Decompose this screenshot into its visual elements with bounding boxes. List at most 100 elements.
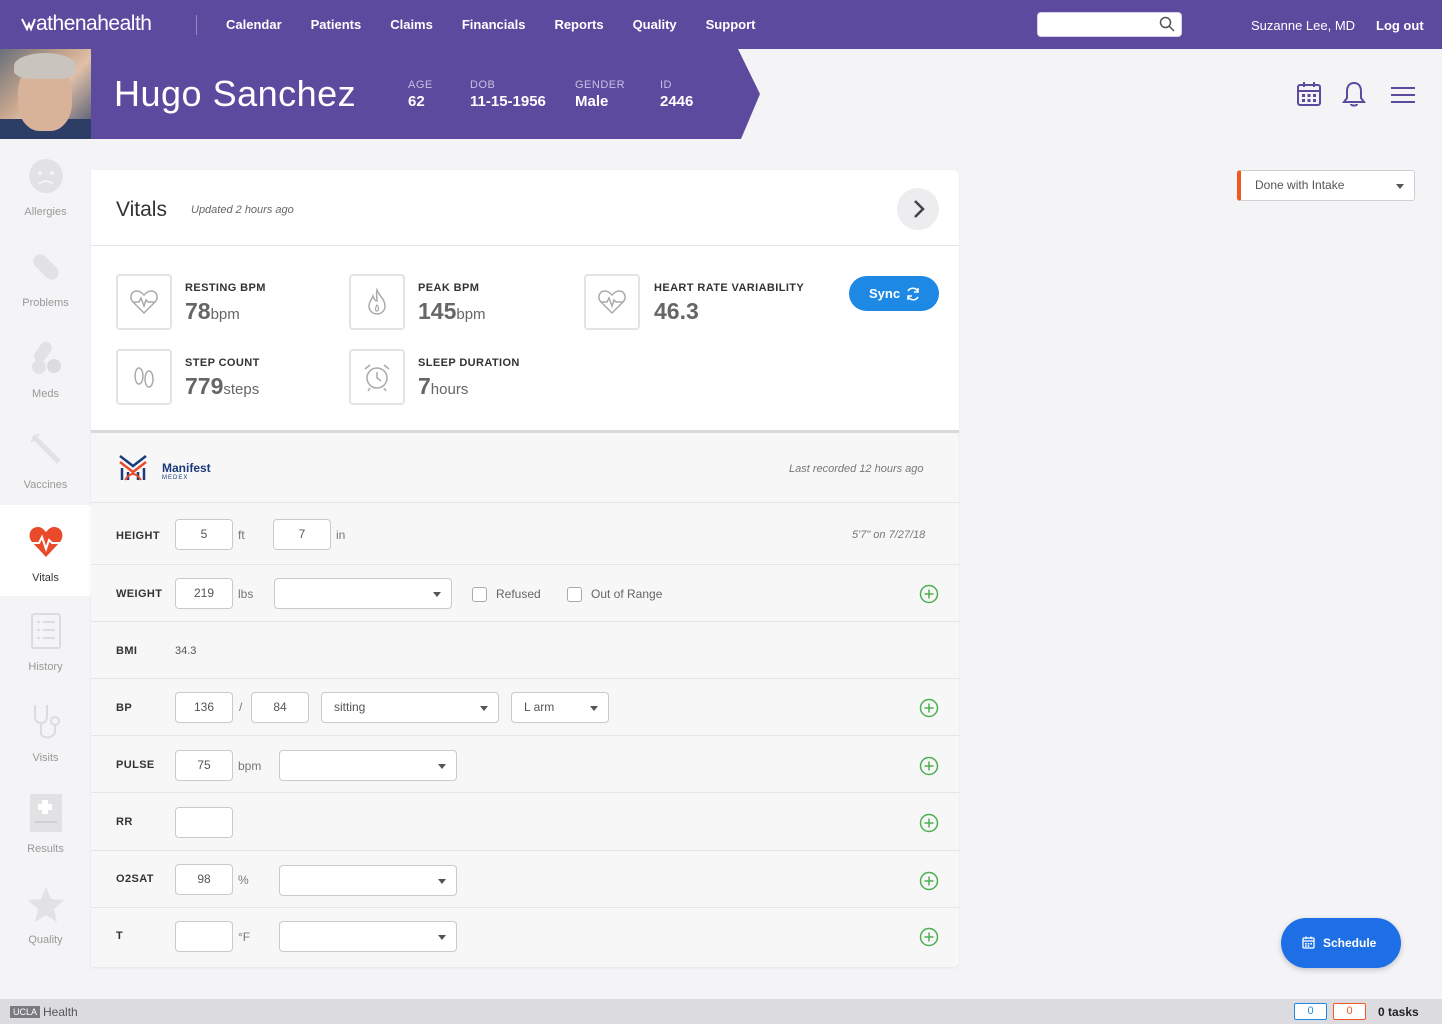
resting-bpm-number: 78 [185, 298, 211, 324]
sidebar-label-visits: Visits [32, 752, 59, 764]
o2sat-method-select[interactable] [279, 865, 457, 896]
row-divider [91, 502, 959, 503]
manifest-logo-icon [119, 455, 147, 481]
calendar-icon[interactable] [1296, 80, 1322, 108]
pulse-unit: bpm [238, 759, 262, 773]
sleep-duration-unit: hours [430, 381, 469, 398]
nav-links: Calendar Patients Claims Financials Repo… [226, 17, 784, 32]
user-name: Suzanne Lee, MD [1251, 18, 1356, 33]
logout-link[interactable]: Log out [1376, 18, 1424, 33]
refused-label: Refused [496, 587, 541, 601]
count-badge-red[interactable]: 0 [1333, 1003, 1366, 1020]
vitals-title: Vitals [116, 198, 167, 221]
rr-input[interactable] [175, 807, 233, 838]
bp-systolic-input[interactable]: 136 [175, 692, 233, 723]
sidebar-item-quality[interactable]: Quality [0, 867, 91, 958]
schedule-button[interactable]: Schedule [1281, 918, 1401, 968]
sidebar-item-vitals[interactable]: Vitals [0, 505, 91, 596]
height-in-unit: in [336, 528, 346, 542]
refresh-icon [907, 287, 919, 301]
resting-bpm-unit: bpm [210, 306, 240, 323]
nav-link-patients[interactable]: Patients [311, 17, 362, 32]
resting-bpm-value: 78bpm [185, 298, 240, 325]
sidebar-item-visits[interactable]: Visits [0, 685, 91, 776]
row-divider [91, 735, 959, 736]
sleep-duration-box [349, 349, 405, 405]
dob-label: DOB [470, 79, 496, 91]
sidebar-item-history[interactable]: History [0, 594, 91, 685]
count-badge-blue[interactable]: 0 [1294, 1003, 1327, 1020]
vitals-updated: Updated 2 hours ago [191, 204, 294, 216]
nav-divider [196, 15, 197, 35]
add-rr-plus-icon[interactable] [919, 813, 939, 833]
height-ft-input[interactable]: 5 [175, 519, 233, 550]
nav-link-calendar[interactable]: Calendar [226, 17, 282, 32]
o2sat-label: O2SAT [116, 873, 154, 885]
logo-mark-icon [21, 18, 36, 32]
peak-bpm-value: 145bpm [418, 298, 486, 325]
tasks-count[interactable]: 0 tasks [1378, 1005, 1419, 1019]
nav-link-quality[interactable]: Quality [633, 17, 677, 32]
pulse-input[interactable]: 75 [175, 750, 233, 781]
hrv-label: HEART RATE VARIABILITY [654, 282, 805, 294]
row-divider [91, 792, 959, 793]
expand-button[interactable] [897, 188, 939, 230]
manifest-name: Manifest [162, 461, 211, 475]
weight-input[interactable]: 219 [175, 578, 233, 609]
peak-bpm-box [349, 274, 405, 330]
sleep-duration-number: 7 [418, 373, 431, 399]
search-input[interactable] [1037, 12, 1182, 37]
nav-link-support[interactable]: Support [706, 17, 756, 32]
intake-status-select[interactable]: Done with Intake [1237, 170, 1415, 201]
sidebar-label-vitals: Vitals [32, 572, 59, 584]
resting-bpm-box [116, 274, 172, 330]
org-logo: UCLA Health [10, 1005, 78, 1019]
hrv-value: 46.3 [654, 298, 699, 325]
sidebar-label-allergies: Allergies [24, 206, 67, 218]
sidebar-item-allergies[interactable]: Allergies [0, 139, 91, 230]
bp-diastolic-input[interactable]: 84 [251, 692, 309, 723]
sync-button[interactable]: Sync [849, 276, 939, 311]
age-label: AGE [408, 79, 433, 91]
athenahealth-logo[interactable]: athena health [20, 12, 152, 36]
out-of-range-checkbox[interactable] [567, 587, 582, 602]
sidebar-item-vaccines[interactable]: Vaccines [0, 412, 91, 503]
search-icon [1159, 16, 1175, 32]
step-count-unit: steps [223, 381, 260, 398]
sidebar-label-meds: Meds [32, 388, 59, 400]
bell-icon[interactable] [1341, 80, 1367, 108]
pulse-method-select[interactable] [279, 750, 457, 781]
temperature-input[interactable] [175, 921, 233, 952]
nav-link-reports[interactable]: Reports [554, 17, 603, 32]
patient-name: Hugo Sanchez [114, 73, 357, 114]
bp-position-select[interactable]: sitting [321, 692, 499, 723]
star-icon [28, 887, 64, 922]
weight-unit: lbs [238, 587, 254, 601]
calendar-small-icon [1302, 936, 1315, 949]
bp-site-select[interactable]: L arm [511, 692, 609, 723]
heart-pulse-icon [29, 527, 63, 557]
weight-method-select[interactable] [274, 578, 452, 609]
add-weight-plus-icon[interactable] [919, 584, 939, 604]
hamburger-menu-icon[interactable] [1390, 80, 1416, 108]
temperature-unit: °F [238, 930, 251, 944]
bp-label: BP [116, 702, 133, 714]
row-divider [91, 850, 959, 851]
sidebar-item-problems[interactable]: Problems [0, 230, 91, 321]
add-bp-plus-icon[interactable] [919, 698, 939, 718]
dob-value: 11-15-1956 [470, 93, 546, 110]
add-pulse-plus-icon[interactable] [919, 756, 939, 776]
refused-checkbox[interactable] [472, 587, 487, 602]
height-ft-unit: ft [238, 528, 245, 542]
height-in-input[interactable]: 7 [273, 519, 331, 550]
add-temperature-plus-icon[interactable] [919, 927, 939, 947]
row-divider [91, 564, 959, 565]
nav-link-financials[interactable]: Financials [462, 17, 526, 32]
nav-link-claims[interactable]: Claims [390, 17, 433, 32]
sidebar-item-results[interactable]: Results [0, 776, 91, 867]
sidebar-item-meds[interactable]: Meds [0, 321, 91, 412]
temperature-method-select[interactable] [279, 921, 457, 952]
o2sat-input[interactable]: 98 [175, 864, 233, 895]
add-o2sat-plus-icon[interactable] [919, 871, 939, 891]
bp-separator: / [239, 700, 243, 714]
